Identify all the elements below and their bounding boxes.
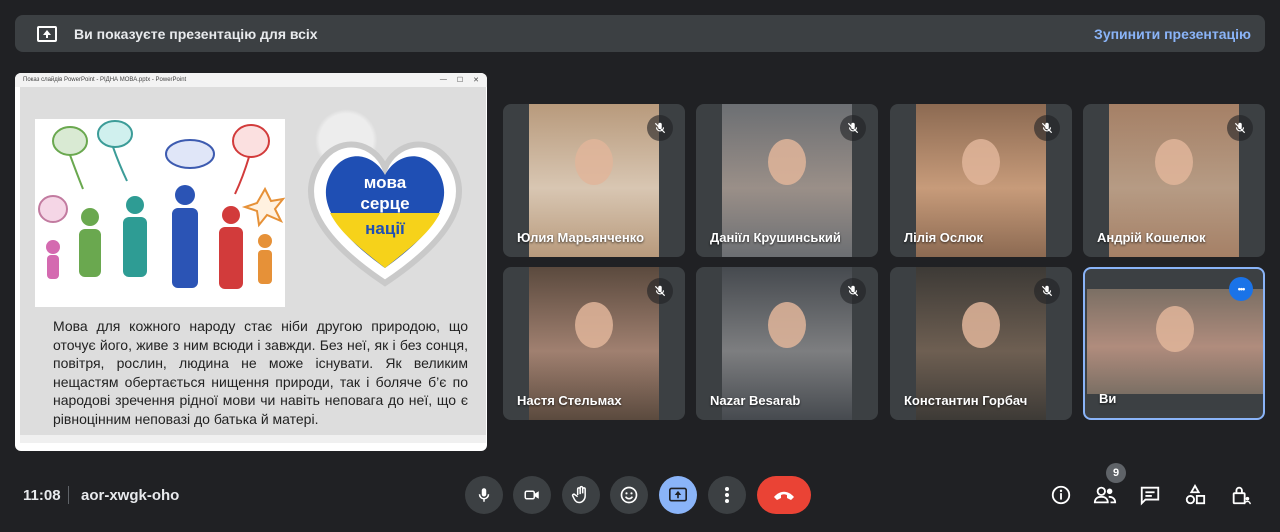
camera-icon — [524, 490, 539, 500]
leave-call-button[interactable] — [757, 476, 811, 514]
emoji-icon — [620, 486, 638, 504]
raise-hand-button[interactable] — [562, 476, 600, 514]
family-speech-illustration — [35, 119, 285, 307]
slide: мова серце нації Мова для кожного народу… — [20, 87, 486, 443]
lock-person-icon — [1232, 486, 1251, 505]
present-screen-icon — [37, 25, 57, 42]
chat-icon — [1140, 486, 1160, 506]
mic-off-icon — [647, 278, 673, 304]
activities-button[interactable] — [1182, 482, 1208, 508]
participant-tile[interactable]: Даніїл Крушинський — [696, 104, 878, 257]
mic-off-icon — [1034, 115, 1060, 141]
participant-video — [1087, 289, 1263, 394]
participant-face — [575, 139, 613, 186]
participant-name: Ви — [1099, 391, 1117, 406]
hand-icon — [571, 485, 586, 504]
participant-tile[interactable]: ••• Ви — [1083, 267, 1265, 420]
participant-face — [768, 139, 806, 186]
host-controls-button[interactable] — [1228, 482, 1254, 508]
mic-off-icon — [840, 278, 866, 304]
people-button[interactable] — [1092, 482, 1118, 508]
more-vert-icon — [725, 487, 729, 503]
mic-off-icon — [840, 115, 866, 141]
svg-text:мова: мова — [364, 173, 407, 192]
participant-tile[interactable]: Лілія Ослюк — [890, 104, 1072, 257]
more-options-button[interactable] — [708, 476, 746, 514]
microphone-button[interactable] — [465, 476, 503, 514]
info-icon — [1051, 485, 1071, 505]
maximize-icon: ☐ — [456, 77, 464, 84]
stop-presenting-button[interactable]: Зупинити презентацію — [1094, 26, 1251, 42]
participant-name: Юлия Марьянченко — [517, 230, 645, 245]
present-screen-icon — [669, 487, 687, 502]
participant-name: Даніїл Крушинський — [710, 230, 841, 245]
chat-button[interactable] — [1137, 482, 1163, 508]
presentation-view: Показ слайдів PowerPoint - РІДНА МОВА.pp… — [15, 73, 487, 451]
people-icon — [1093, 486, 1117, 504]
participant-tile[interactable]: Nazar Besarab — [696, 267, 878, 420]
participant-name: Nazar Besarab — [710, 393, 801, 408]
meeting-code: aor-xwgk-oho — [81, 487, 180, 504]
meeting-details-button[interactable] — [1048, 482, 1074, 508]
shapes-icon — [1185, 484, 1206, 505]
control-bar: 11:08 aor-xwgk-oho 9 — [0, 460, 1280, 532]
participants-count-badge: 9 — [1106, 463, 1126, 483]
reactions-button[interactable] — [610, 476, 648, 514]
microphone-icon — [478, 488, 490, 502]
participant-face — [1155, 139, 1193, 186]
minimize-icon: — — [439, 76, 447, 83]
slide-body-text: Мова для кожного народу стає ніби другою… — [53, 318, 468, 427]
svg-text:серце: серце — [360, 194, 409, 213]
participant-name: Настя Стельмах — [517, 393, 622, 408]
participant-face — [962, 302, 1000, 349]
powerpoint-statusbar — [20, 435, 486, 443]
mic-off-icon — [647, 115, 673, 141]
divider — [68, 486, 69, 504]
participant-name: Константин Горбач — [904, 393, 1028, 408]
mic-off-icon — [1034, 278, 1060, 304]
participant-tile[interactable]: Константин Горбач — [890, 267, 1072, 420]
powerpoint-window-title: Показ слайдів PowerPoint - РІДНА МОВА.pp… — [23, 77, 187, 83]
svg-text:нації: нації — [365, 219, 406, 238]
powerpoint-titlebar: Показ слайдів PowerPoint - РІДНА МОВА.pp… — [15, 73, 487, 87]
tile-more-options-button[interactable]: ••• — [1229, 277, 1253, 301]
end-call-icon — [774, 491, 794, 500]
participant-face — [768, 302, 806, 349]
presenting-banner: Ви показуєте презентацію для всіх Зупини… — [15, 15, 1265, 52]
participant-face — [1156, 305, 1194, 352]
close-icon: ✕ — [473, 77, 479, 84]
clock: 11:08 — [23, 487, 61, 504]
participant-tile[interactable]: Андрій Кошелюк — [1083, 104, 1265, 257]
participant-tile[interactable]: Юлия Марьянченко — [503, 104, 685, 257]
participant-name: Лілія Ослюк — [904, 230, 984, 245]
mic-off-icon — [1227, 115, 1253, 141]
present-now-button[interactable] — [659, 476, 697, 514]
participant-tile[interactable]: Настя Стельмах — [503, 267, 685, 420]
participant-face — [575, 302, 613, 349]
participant-face — [962, 139, 1000, 186]
heart-logo: мова серце нації — [308, 141, 462, 287]
participant-name: Андрій Кошелюк — [1097, 230, 1206, 245]
presenting-banner-text: Ви показуєте презентацію для всіх — [74, 25, 318, 42]
camera-button[interactable] — [513, 476, 551, 514]
